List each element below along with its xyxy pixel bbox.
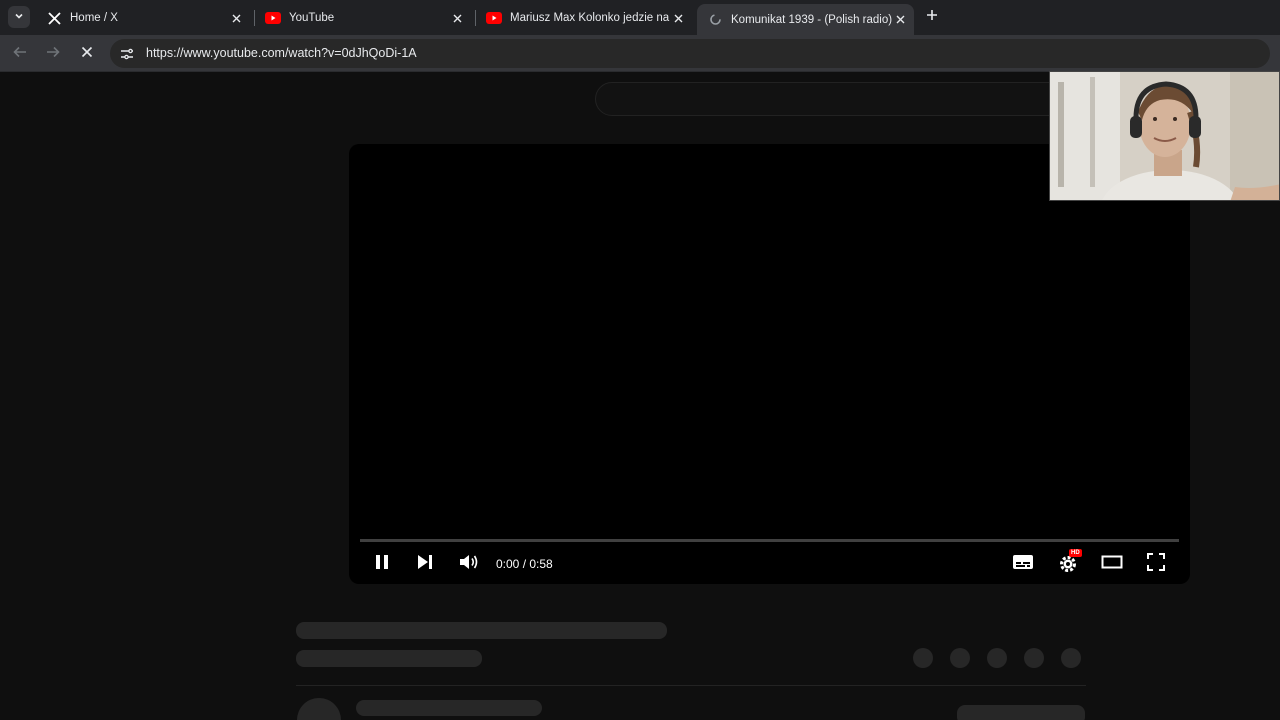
webcam-person-image bbox=[1050, 72, 1279, 200]
skip-next-icon bbox=[416, 553, 434, 576]
fullscreen-icon bbox=[1147, 552, 1165, 576]
pause-button[interactable] bbox=[370, 552, 394, 576]
tab-title: Home / X bbox=[70, 12, 118, 24]
action-skeleton bbox=[1024, 648, 1044, 668]
close-icon bbox=[81, 45, 93, 63]
address-bar[interactable]: https://www.youtube.com/watch?v=0dJhQoDi… bbox=[110, 39, 1270, 68]
webcam-overlay bbox=[1049, 71, 1280, 201]
x-logo-icon bbox=[46, 10, 62, 26]
progress-bar[interactable] bbox=[360, 539, 1179, 542]
action-skeleton bbox=[1061, 648, 1081, 668]
stop-loading-button[interactable] bbox=[76, 43, 98, 65]
subtitles-icon bbox=[1012, 554, 1034, 575]
avatar-skeleton bbox=[297, 698, 341, 720]
next-button[interactable] bbox=[413, 552, 437, 576]
theater-mode-button[interactable] bbox=[1100, 552, 1124, 576]
arrow-right-icon bbox=[46, 45, 60, 64]
new-tab-button[interactable] bbox=[922, 7, 942, 27]
tab-strip: Home / X YouTube Mariusz Max Kolonko jed… bbox=[0, 0, 1280, 35]
plus-icon bbox=[926, 8, 938, 26]
loading-icon bbox=[707, 12, 723, 28]
tab-title: Komunikat 1939 - (Polish radio) bbox=[731, 13, 892, 26]
close-icon[interactable] bbox=[228, 10, 244, 26]
subscribe-skeleton bbox=[957, 705, 1085, 720]
forward-button[interactable] bbox=[42, 43, 64, 65]
mute-button[interactable] bbox=[457, 552, 481, 576]
video-player[interactable]: 0:00 / 0:58 HD bbox=[349, 144, 1190, 584]
hd-badge: HD bbox=[1069, 549, 1082, 557]
close-icon[interactable] bbox=[449, 10, 465, 26]
player-controls: 0:00 / 0:58 HD bbox=[349, 544, 1190, 584]
youtube-logo-icon bbox=[265, 10, 281, 26]
youtube-logo-icon bbox=[486, 10, 502, 26]
time-display: 0:00 / 0:58 bbox=[496, 557, 553, 571]
gear-icon: HD bbox=[1058, 549, 1082, 574]
volume-icon bbox=[459, 553, 479, 576]
title-skeleton bbox=[296, 622, 667, 639]
tab-mariusz-kolonko[interactable]: Mariusz Max Kolonko jedzie na bbox=[476, 5, 692, 31]
action-skeleton bbox=[950, 648, 970, 668]
browser-toolbar: https://www.youtube.com/watch?v=0dJhQoDi… bbox=[0, 35, 1280, 72]
action-skeleton bbox=[913, 648, 933, 668]
site-settings-icon[interactable] bbox=[118, 45, 136, 63]
divider bbox=[296, 685, 1086, 686]
tab-home-x[interactable]: Home / X bbox=[36, 5, 250, 31]
channel-skeleton bbox=[356, 700, 542, 716]
search-input-placeholder[interactable] bbox=[595, 82, 1115, 116]
subtitles-button[interactable] bbox=[1011, 552, 1035, 576]
close-icon[interactable] bbox=[670, 10, 686, 26]
arrow-left-icon bbox=[13, 45, 27, 64]
tab-komunikat-1939[interactable]: Komunikat 1939 - (Polish radio) bbox=[697, 4, 914, 35]
theater-mode-icon bbox=[1101, 555, 1123, 574]
subtitle-skeleton bbox=[296, 650, 482, 667]
back-button[interactable] bbox=[9, 43, 31, 65]
pause-icon bbox=[373, 553, 391, 576]
settings-button[interactable]: HD bbox=[1056, 549, 1082, 576]
tab-youtube[interactable]: YouTube bbox=[255, 5, 471, 31]
url-text[interactable]: https://www.youtube.com/watch?v=0dJhQoDi… bbox=[146, 46, 417, 60]
tab-title: YouTube bbox=[289, 12, 335, 24]
action-skeleton bbox=[987, 648, 1007, 668]
close-icon[interactable] bbox=[892, 12, 908, 28]
tab-title: Mariusz Max Kolonko jedzie na bbox=[510, 12, 670, 24]
fullscreen-button[interactable] bbox=[1144, 552, 1168, 576]
tab-search-button[interactable] bbox=[8, 6, 30, 28]
chevron-down-icon bbox=[14, 8, 24, 26]
